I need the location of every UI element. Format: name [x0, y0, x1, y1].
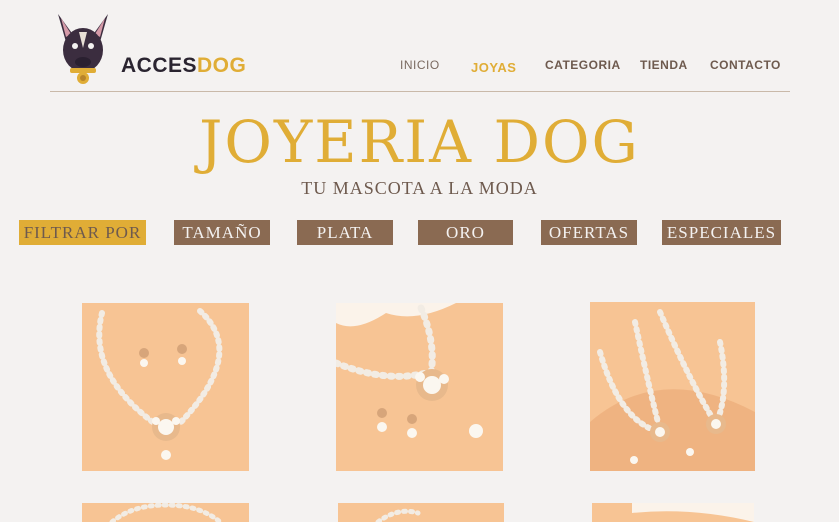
filter-tamano-button[interactable]: TAMAÑO — [174, 220, 270, 245]
filter-oro-button[interactable]: ORO — [418, 220, 513, 245]
filter-label: FILTRAR POR — [19, 220, 146, 245]
brand-part-2: DOG — [197, 54, 247, 77]
product-card-2[interactable] — [336, 303, 503, 471]
pearl-necklaces-pair-image — [590, 302, 755, 471]
product-image-4 — [82, 503, 249, 522]
product-card-4[interactable] — [82, 503, 249, 522]
filter-ofertas-button[interactable]: OFERTAS — [541, 220, 637, 245]
hero-title: JOYERIA DOG — [199, 108, 640, 176]
product-card-6[interactable] — [592, 503, 754, 522]
dog-logo-icon[interactable] — [52, 12, 114, 90]
product-card-5[interactable] — [338, 503, 504, 522]
filter-plata-button[interactable]: PLATA — [297, 220, 393, 245]
nav-inicio[interactable]: INICIO — [400, 58, 440, 72]
hero-subtitle: TU MASCOTA A LA MODA — [301, 178, 538, 198]
product-card-1[interactable] — [82, 303, 249, 471]
filter-especiales-button[interactable]: ESPECIALES — [662, 220, 781, 245]
header-divider — [50, 91, 790, 92]
product-image-5 — [338, 503, 504, 522]
nav-categoria[interactable]: CATEGORIA — [545, 58, 621, 72]
nav-contacto[interactable]: CONTACTO — [710, 58, 781, 72]
brand-part-1: ACCES — [121, 54, 198, 77]
nav-tienda[interactable]: TIENDA — [640, 58, 688, 72]
brand-name[interactable]: ACCESDOG — [121, 54, 246, 78]
pearl-flower-necklace-image — [336, 303, 503, 471]
product-card-3[interactable] — [590, 302, 755, 471]
pearl-necklace-set-image — [82, 303, 249, 471]
nav-joyas[interactable]: JOYAS — [471, 60, 516, 75]
site-header: ACCESDOG INICIO JOYAS CATEGORIA TIENDA C… — [0, 0, 839, 92]
product-image-6 — [592, 503, 754, 522]
